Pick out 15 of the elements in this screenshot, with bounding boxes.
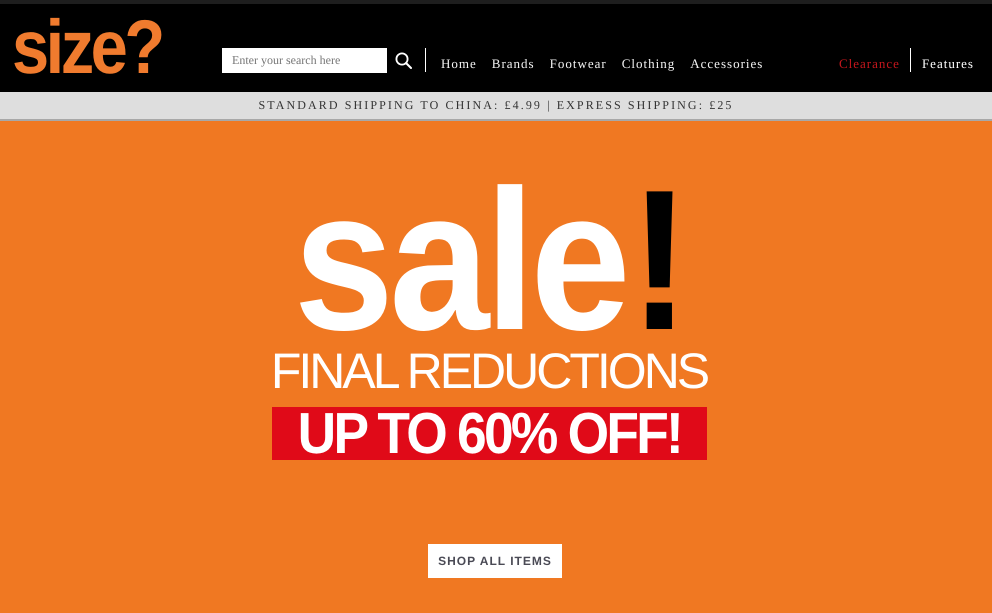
nav-link[interactable]: Brands [492, 56, 535, 72]
banner-subtitle: FINAL REDUCTIONS [270, 346, 708, 396]
nav-link[interactable]: Accessories [690, 56, 764, 72]
size-logo[interactable]: size? [12, 10, 162, 86]
headline-exclamation: ! [629, 181, 685, 341]
search-icon[interactable] [395, 52, 412, 69]
search-field[interactable]: Enter your search here [222, 48, 387, 73]
nav-link[interactable]: Footwear [550, 56, 607, 72]
sale-headline: sale [293, 181, 626, 341]
shop-all-button[interactable]: SHOP ALL ITEMS [428, 544, 562, 578]
nav-link[interactable]: Clothing [622, 56, 676, 72]
nav-link[interactable]: Home [441, 56, 477, 72]
discount-label: UP TO 60% OFF! [272, 407, 706, 460]
shipping-info: STANDARD SHIPPING TO CHINA: £4.99 | EXPRESS SHIPPING: £25 [258, 98, 734, 113]
nav-link[interactable]: Features [922, 56, 974, 72]
